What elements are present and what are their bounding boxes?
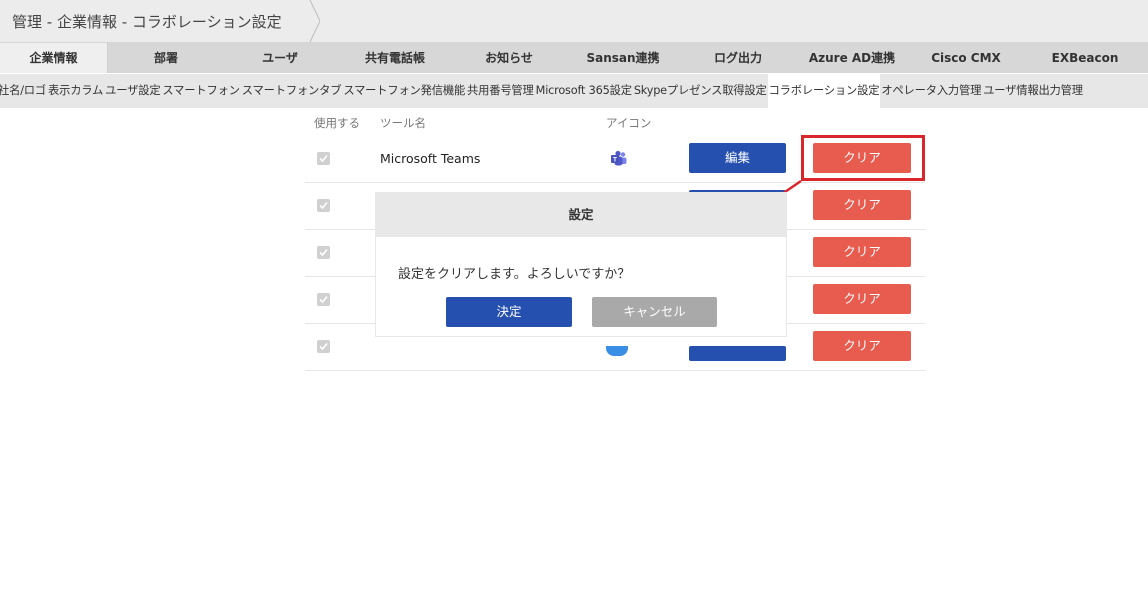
check-icon [319,248,328,257]
tab-shared-phonebook[interactable]: 共有電話帳 [336,43,454,73]
cancel-button[interactable]: キャンセル [592,297,717,327]
use-checkbox[interactable] [317,199,330,212]
tool-icon [606,346,628,356]
page-header: 管理 - 企業情報 - コラボレーション設定 [0,0,1148,43]
dialog-message: 設定をクリアします。よろしいですか？ [398,267,631,282]
breadcrumb: 管理 - 企業情報 - コラボレーション設定 [0,0,296,42]
header-icon: アイコン [606,116,652,130]
microsoft-teams-icon: T [611,150,627,166]
tab-log-output[interactable]: ログ出力 [682,43,794,73]
main-tabs: 企業情報 部署 ユーザ 共有電話帳 お知らせ Sansan連携 ログ出力 Azu… [0,43,1148,73]
subtab-smartphone-calling[interactable]: スマートフォン発信機能 [342,74,466,108]
tab-cisco-cmx[interactable]: Cisco CMX [910,43,1022,73]
check-icon [319,342,328,351]
use-checkbox[interactable] [317,293,330,306]
subtab-display-columns[interactable]: 表示カラム [47,74,104,108]
use-checkbox[interactable] [317,152,330,165]
clear-button[interactable]: クリア [813,237,911,267]
dialog-title: 設定 [376,193,786,237]
table-header: 使用する ツール名 アイコン [305,110,925,136]
check-icon [319,201,328,210]
confirm-button[interactable]: 決定 [446,297,572,327]
tab-users[interactable]: ユーザ [224,43,336,73]
use-checkbox[interactable] [317,340,330,353]
subtab-company-logo[interactable]: 社名/ロゴ [0,74,47,108]
svg-text:T: T [613,157,617,164]
sub-tabs: 社名/ロゴ 表示カラム ユーザ設定 スマートフォン スマートフォンタブ スマート… [0,74,1148,108]
subtab-operator-input[interactable]: オペレータ入力管理 [880,74,982,108]
clear-button[interactable]: クリア [813,284,911,314]
breadcrumb-chevron-icon [309,0,320,42]
edit-button[interactable]: 編集 [689,143,786,173]
subtab-user-settings[interactable]: ユーザ設定 [104,74,161,108]
clear-button[interactable]: クリア [813,331,911,361]
subtab-skype-presence[interactable]: Skypeプレゼンス取得設定 [633,74,768,108]
subtab-user-info-output[interactable]: ユーザ情報出力管理 [982,74,1084,108]
tab-exbeacon[interactable]: EXBeacon [1022,43,1148,73]
subtab-smartphone[interactable]: スマートフォン [161,74,240,108]
tab-azure-ad[interactable]: Azure AD連携 [794,43,910,73]
use-checkbox[interactable] [317,246,330,259]
check-icon [319,154,328,163]
highlight-box [801,135,925,181]
tab-sansan[interactable]: Sansan連携 [564,43,682,73]
header-tool-name: ツール名 [380,116,426,130]
confirm-dialog: 設定 設定をクリアします。よろしいですか？ 決定 キャンセル [376,193,786,336]
clear-button[interactable]: クリア [813,190,911,220]
check-icon [319,295,328,304]
tab-departments[interactable]: 部署 [108,43,224,73]
subtab-microsoft-365[interactable]: Microsoft 365設定 [535,74,633,108]
subtab-shared-numbers[interactable]: 共用番号管理 [466,74,535,108]
tool-name: Microsoft Teams [380,151,481,166]
subtab-smartphone-tabs[interactable]: スマートフォンタブ [241,74,343,108]
header-use: 使用する [314,116,360,130]
tab-company-info[interactable]: 企業情報 [0,43,108,73]
edit-button[interactable] [689,346,786,361]
tab-notices[interactable]: お知らせ [454,43,564,73]
subtab-collaboration[interactable]: コラボレーション設定 [767,74,881,108]
